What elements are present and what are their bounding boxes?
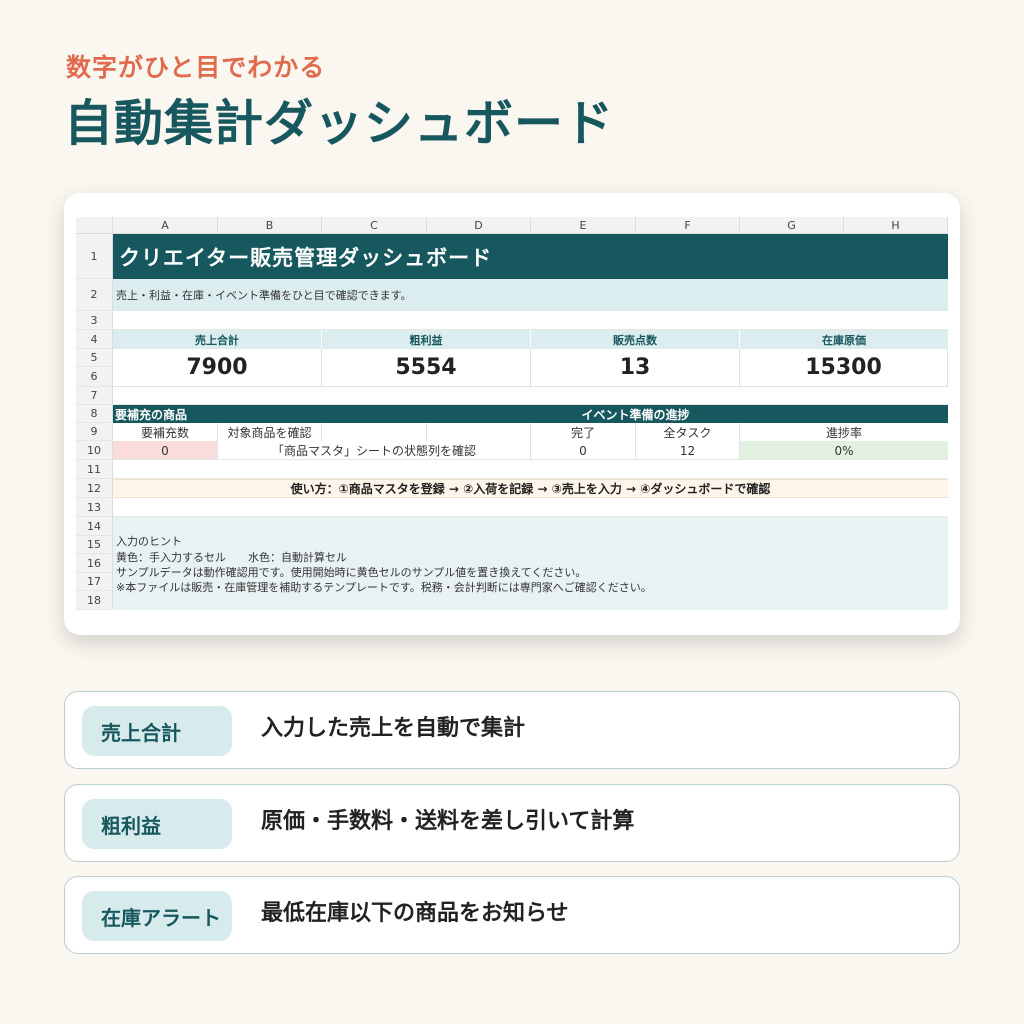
restock-count-header[interactable]: 要補充数 <box>113 423 218 441</box>
row-header-2[interactable]: 2 <box>76 279 113 311</box>
kpi-value-units-sold[interactable]: 13 <box>531 349 740 387</box>
feature-chip-inventory-alert: 在庫アラート <box>82 891 232 941</box>
gridline <box>113 459 948 460</box>
feature-card-inventory-alert: 在庫アラート 最低在庫以下の商品をお知らせ <box>64 876 960 954</box>
event-done-value[interactable]: 0 <box>531 441 636 460</box>
column-header-h[interactable]: H <box>844 217 948 234</box>
row-header-10[interactable]: 10 <box>76 441 113 460</box>
feature-desc-gross-profit: 原価・手数料・送料を差し引いて計算 <box>261 809 635 834</box>
event-total-value[interactable]: 12 <box>636 441 740 460</box>
row-header-4[interactable]: 4 <box>76 330 113 349</box>
corner-cell[interactable] <box>76 217 113 234</box>
hint-line-colors: 黄色：手入力するセル 水色：自動計算セル <box>116 551 347 564</box>
kpi-label-inventory-cost[interactable]: 在庫原価 <box>740 330 948 349</box>
row-header-18[interactable]: 18 <box>76 591 113 610</box>
kpi-value-inventory-cost[interactable]: 15300 <box>740 349 948 387</box>
row-header-3[interactable]: 3 <box>76 311 113 330</box>
row-header-9[interactable]: 9 <box>76 423 113 441</box>
row-header-14[interactable]: 14 <box>76 517 113 536</box>
event-done-header[interactable]: 完了 <box>531 423 636 441</box>
event-rate-value[interactable]: 0% <box>740 441 948 460</box>
kpi-label-gross-profit[interactable]: 粗利益 <box>322 330 531 349</box>
sheet-subtitle[interactable]: 売上・利益・在庫・イベント準備をひと目で確認できます。 <box>113 279 948 311</box>
kpi-label-units-sold[interactable]: 販売点数 <box>531 330 740 349</box>
feature-card-gross-profit: 粗利益 原価・手数料・送料を差し引いて計算 <box>64 784 960 862</box>
row-header-16[interactable]: 16 <box>76 554 113 573</box>
sheet-title[interactable]: クリエイター販売管理ダッシュボード <box>113 234 948 279</box>
column-header-c[interactable]: C <box>322 217 427 234</box>
feature-desc-inventory-alert: 最低在庫以下の商品をお知らせ <box>261 901 569 926</box>
usage-instructions[interactable]: 使い方：①商品マスタを登録 → ②入荷を記録 → ③売上を入力 → ④ダッシュボ… <box>113 479 948 498</box>
restock-count-value[interactable]: 0 <box>113 441 218 460</box>
row-header-13[interactable]: 13 <box>76 498 113 517</box>
spreadsheet: A B C D E F G H 1 2 3 4 5 6 7 8 9 10 11 … <box>76 217 948 610</box>
hint-line-sample: サンプルデータは動作確認用です。使用開始時に黄色セルのサンプル値を置き換えてくだ… <box>116 566 587 579</box>
empty-cell[interactable] <box>427 423 531 441</box>
feature-chip-sales: 売上合計 <box>82 706 232 756</box>
empty-cell[interactable] <box>322 423 427 441</box>
row-header-1[interactable]: 1 <box>76 234 113 279</box>
row-header-8[interactable]: 8 <box>76 405 113 423</box>
eyebrow-text: 数字がひと目でわかる <box>66 53 326 82</box>
hint-title: 入力のヒント <box>116 535 182 548</box>
feature-card-sales: 売上合計 入力した売上を自動で集計 <box>64 691 960 769</box>
restock-target-header[interactable]: 対象商品を確認 <box>218 423 322 441</box>
row-header-6[interactable]: 6 <box>76 367 113 387</box>
row-header-12[interactable]: 12 <box>76 479 113 498</box>
column-header-f[interactable]: F <box>636 217 740 234</box>
event-section-header[interactable]: イベント準備の進捗 <box>531 405 740 423</box>
row-header-17[interactable]: 17 <box>76 573 113 591</box>
restock-target-value[interactable]: 「商品マスタ」シートの状態列を確認 <box>218 441 531 460</box>
event-total-header[interactable]: 全タスク <box>636 423 740 441</box>
feature-desc-sales: 入力した売上を自動で集計 <box>261 716 526 741</box>
restock-section-header[interactable]: 要補充の商品 <box>115 405 315 423</box>
kpi-label-sales[interactable]: 売上合計 <box>113 330 322 349</box>
row-header-11[interactable]: 11 <box>76 460 113 479</box>
kpi-value-gross-profit[interactable]: 5554 <box>322 349 531 387</box>
column-header-a[interactable]: A <box>113 217 218 234</box>
column-header-b[interactable]: B <box>218 217 322 234</box>
row-header-5[interactable]: 5 <box>76 349 113 367</box>
kpi-value-sales[interactable]: 7900 <box>113 349 322 387</box>
column-header-d[interactable]: D <box>427 217 531 234</box>
hint-line-disclaimer: ※本ファイルは販売・在庫管理を補助するテンプレートです。税務・会計判断には専門家… <box>116 581 652 594</box>
column-header-e[interactable]: E <box>531 217 636 234</box>
row-header-15[interactable]: 15 <box>76 536 113 554</box>
spreadsheet-card: A B C D E F G H 1 2 3 4 5 6 7 8 9 10 11 … <box>64 193 960 635</box>
feature-chip-gross-profit: 粗利益 <box>82 799 232 849</box>
event-rate-header[interactable]: 進捗率 <box>740 423 948 441</box>
row-header-7[interactable]: 7 <box>76 387 113 405</box>
page-headline: 自動集計ダッシュボード <box>64 95 615 152</box>
column-header-g[interactable]: G <box>740 217 844 234</box>
